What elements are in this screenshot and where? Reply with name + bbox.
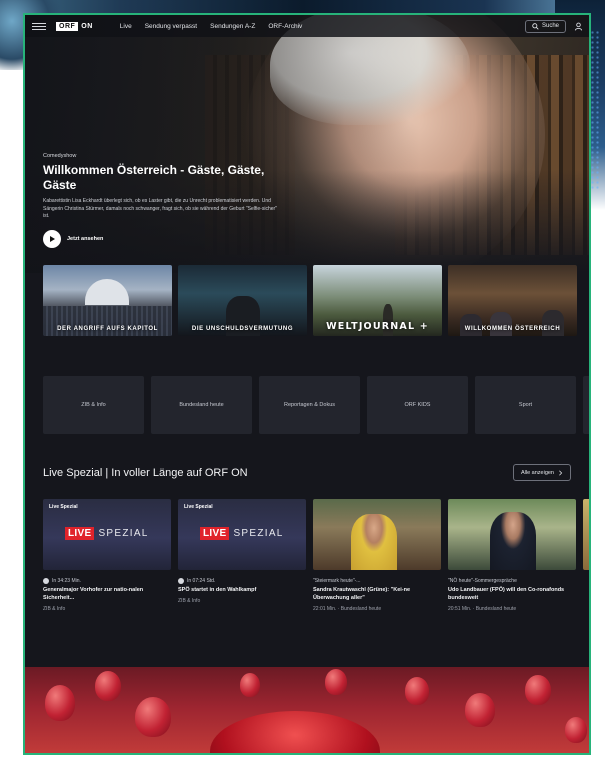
card-tag: Live Spezial: [49, 504, 78, 510]
teaser-tile[interactable]: WILLKOMMEN ÖSTERREICH: [448, 265, 577, 336]
search-icon: [532, 22, 539, 30]
card-title[interactable]: Udo Landbauer (FPÖ) will den Co-ronafond…: [448, 587, 576, 603]
teaser-tile[interactable]: WELTJOURNAL +: [313, 265, 442, 336]
video-card-partial[interactable]: [583, 499, 589, 612]
video-card[interactable]: Live Spezial LIVE SPEZIAL In 34:23 Min. …: [43, 499, 171, 612]
teaser-tile[interactable]: DIE UNSCHULDSVERMUTUNG: [178, 265, 307, 336]
top-navigation: ORF ON Live Sendung verpasst Sendungen A…: [25, 15, 589, 37]
live-spezial-logo: LIVE SPEZIAL: [200, 527, 284, 540]
tablet-screen: Comedyshow Willkommen Österreich - Gäste…: [23, 13, 591, 755]
category-partial[interactable]: [583, 376, 589, 434]
card-thumbnail[interactable]: Live Spezial LIVE SPEZIAL: [43, 499, 171, 570]
card-thumbnail[interactable]: [448, 499, 576, 570]
nav-link-sendung-verpasst[interactable]: Sendung verpasst: [145, 23, 197, 30]
nav-link-sendungen-a-z[interactable]: Sendungen A-Z: [210, 23, 255, 30]
card-title[interactable]: Sandra Krautwaschl (Grüne): "Kei-ne Über…: [313, 587, 441, 603]
hero-title[interactable]: Willkommen Österreich - Gäste, Gäste, Gä…: [43, 163, 283, 193]
menu-icon[interactable]: [32, 22, 46, 30]
hero-kicker: Comedyshow: [43, 153, 77, 159]
logo-suffix: ON: [81, 22, 93, 30]
video-card[interactable]: "NÖ heute"-Sommergespräche Udo Landbauer…: [448, 499, 576, 612]
search-label[interactable]: Suche: [542, 23, 559, 29]
card-meta: "Steiermark heute"-...: [313, 578, 361, 584]
card-meta: In 34:23 Min.: [52, 578, 81, 584]
teaser-caption: WELTJOURNAL +: [326, 321, 429, 332]
card-subtitle: ZIB & Info: [178, 597, 201, 604]
category-bundesland-heute[interactable]: Bundesland heute: [151, 376, 252, 434]
category-sport[interactable]: Sport: [475, 376, 576, 434]
promo-banner[interactable]: [25, 667, 589, 753]
nav-link-orf-archiv[interactable]: ORF-Archiv: [268, 23, 302, 30]
featured-teasers: DER ANGRIFF AUFS KAPITOL DIE UNSCHULDSVE…: [43, 265, 577, 336]
category-reportagen-dokus[interactable]: Reportagen & Dokus: [259, 376, 360, 434]
live-spezial-logo: LIVE SPEZIAL: [65, 527, 149, 540]
user-icon[interactable]: [574, 22, 583, 31]
clock-icon: [178, 578, 184, 584]
orf-on-logo[interactable]: ORF ON: [56, 21, 93, 31]
teaser-caption: DIE UNSCHULDSVERMUTUNG: [191, 326, 294, 332]
teaser-caption: DER ANGRIFF AUFS KAPITOL: [57, 326, 158, 332]
show-all-button[interactable]: Alle anzeigen: [512, 464, 571, 481]
hero-description: Kabarettistin Lisa Eckhardt überlegt sic…: [43, 198, 277, 219]
category-orf-kids[interactable]: ORF KIDS: [367, 376, 468, 434]
rail-title: Live Spezial | In voller Länge auf ORF O…: [43, 467, 248, 479]
photo-scene: Comedyshow Willkommen Österreich - Gäste…: [0, 0, 605, 764]
logo-brand: ORF: [56, 21, 79, 31]
hero-text-block: Comedyshow Willkommen Österreich - Gäste…: [43, 153, 283, 248]
live-cards: Live Spezial LIVE SPEZIAL In 34:23 Min. …: [43, 499, 589, 612]
card-tag: Live Spezial: [184, 504, 213, 510]
watch-now-label[interactable]: Jetzt ansehen: [67, 236, 103, 242]
card-meta: "NÖ heute"-Sommergespräche: [448, 578, 517, 584]
card-subtitle: ZIB & Info: [43, 605, 66, 612]
show-all-label: Alle anzeigen: [520, 469, 554, 476]
play-icon[interactable]: [43, 229, 61, 248]
main-nav-links: Live Sendung verpasst Sendungen A-Z ORF-…: [120, 23, 302, 30]
card-subtitle: 22:01 Min. · Bundesland heute: [313, 605, 382, 612]
card-thumbnail[interactable]: Live Spezial LIVE SPEZIAL: [178, 499, 306, 570]
card-thumbnail[interactable]: [313, 499, 441, 570]
card-title[interactable]: SPÖ startet in den Wahlkampf: [178, 587, 306, 595]
hero-banner[interactable]: Comedyshow Willkommen Österreich - Gäste…: [25, 15, 589, 273]
video-card[interactable]: Live Spezial LIVE SPEZIAL In 07:24 Std. …: [178, 499, 306, 612]
search-button[interactable]: Suche: [524, 19, 566, 33]
clock-icon: [43, 578, 49, 584]
category-row: ZIB & Info Bundesland heute Reportagen &…: [43, 376, 589, 434]
nav-link-live[interactable]: Live: [120, 23, 132, 30]
category-zib-info[interactable]: ZIB & Info: [43, 376, 144, 434]
teaser-tile[interactable]: DER ANGRIFF AUFS KAPITOL: [43, 265, 172, 336]
card-subtitle: 20:51 Min. · Bundesland heute: [448, 605, 517, 612]
watch-now-button[interactable]: Jetzt ansehen: [43, 229, 283, 248]
video-card[interactable]: "Steiermark heute"-... Sandra Krautwasch…: [313, 499, 441, 612]
card-title[interactable]: Generalmajor Vorhofer zur natio-nalen Si…: [43, 587, 171, 603]
card-meta: In 07:24 Std.: [187, 578, 216, 584]
teaser-caption: WILLKOMMEN ÖSTERREICH: [464, 326, 561, 332]
chevron-right-icon: [559, 469, 563, 476]
